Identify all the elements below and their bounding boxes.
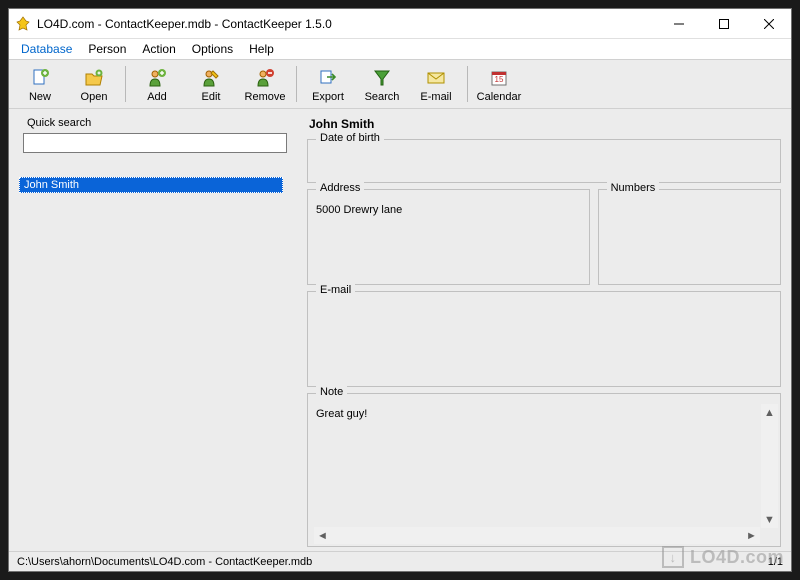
export-button[interactable]: Export — [301, 61, 355, 107]
email-label: E-mail — [420, 91, 451, 103]
toolbar-separator — [296, 66, 297, 102]
window-controls — [656, 9, 791, 38]
add-label: Add — [147, 91, 167, 103]
note-value: Great guy! — [316, 408, 367, 420]
open-label: Open — [81, 91, 108, 103]
menu-action[interactable]: Action — [134, 40, 183, 58]
menu-help[interactable]: Help — [241, 40, 282, 58]
menu-database[interactable]: Database — [13, 40, 80, 58]
left-pane: Quick search John Smith — [19, 115, 299, 547]
maximize-button[interactable] — [701, 9, 746, 38]
menu-person[interactable]: Person — [80, 40, 134, 58]
edit-label: Edit — [202, 91, 221, 103]
email-button[interactable]: E-mail — [409, 61, 463, 107]
menu-options[interactable]: Options — [184, 40, 241, 58]
export-label: Export — [312, 91, 344, 103]
title-bar: LO4D.com - ContactKeeper.mdb - ContactKe… — [9, 9, 791, 39]
toolbar-separator — [125, 66, 126, 102]
remove-button[interactable]: Remove — [238, 61, 292, 107]
quick-search-label: Quick search — [27, 117, 299, 129]
scroll-up-icon[interactable]: ▲ — [761, 404, 778, 421]
calendar-label: Calendar — [477, 91, 522, 103]
address-label: Address — [316, 182, 364, 194]
note-group: Note Great guy! ▲ ▼ ◄ ► — [307, 393, 781, 547]
address-group: Address 5000 Drewry lane — [307, 189, 590, 285]
remove-label: Remove — [245, 91, 286, 103]
note-label: Note — [316, 386, 347, 398]
email-group-label: E-mail — [316, 284, 355, 296]
scroll-left-icon[interactable]: ◄ — [314, 527, 331, 544]
edit-button[interactable]: Edit — [184, 61, 238, 107]
address-value: 5000 Drewry lane — [316, 204, 402, 216]
toolbar: New Open Add Edit Remove Export Search — [9, 59, 791, 109]
open-folder-icon — [82, 66, 106, 90]
add-button[interactable]: Add — [130, 61, 184, 107]
svg-text:15: 15 — [495, 75, 504, 84]
minimize-button[interactable] — [656, 9, 701, 38]
toolbar-separator — [467, 66, 468, 102]
contact-list: John Smith — [19, 177, 299, 193]
quick-search-input[interactable] — [23, 133, 287, 153]
new-label: New — [29, 91, 51, 103]
email-group: E-mail — [307, 291, 781, 387]
email-icon — [424, 66, 448, 90]
open-button[interactable]: Open — [67, 61, 121, 107]
numbers-group: Numbers — [598, 189, 781, 285]
search-label: Search — [365, 91, 400, 103]
scroll-down-icon[interactable]: ▼ — [761, 511, 778, 528]
horizontal-scrollbar[interactable]: ◄ ► — [314, 527, 760, 544]
numbers-label: Numbers — [607, 182, 660, 194]
funnel-icon — [370, 66, 394, 90]
client-area: Quick search John Smith John Smith Date … — [9, 109, 791, 551]
contact-name: John Smith — [24, 179, 79, 191]
person-name-heading: John Smith — [309, 117, 781, 131]
menu-bar: Database Person Action Options Help — [9, 39, 791, 59]
list-item[interactable]: John Smith — [19, 177, 283, 193]
scroll-right-icon[interactable]: ► — [743, 527, 760, 544]
dob-label: Date of birth — [316, 132, 384, 144]
window-title: LO4D.com - ContactKeeper.mdb - ContactKe… — [37, 17, 332, 31]
status-count: 1/1 — [768, 556, 783, 568]
add-person-icon — [145, 66, 169, 90]
dob-group: Date of birth — [307, 139, 781, 183]
search-button[interactable]: Search — [355, 61, 409, 107]
app-window: LO4D.com - ContactKeeper.mdb - ContactKe… — [8, 8, 792, 572]
calendar-icon: 15 — [487, 66, 511, 90]
close-button[interactable] — [746, 9, 791, 38]
vertical-scrollbar[interactable]: ▲ ▼ — [761, 404, 778, 528]
calendar-button[interactable]: 15 Calendar — [472, 61, 526, 107]
new-button[interactable]: New — [13, 61, 67, 107]
right-pane: John Smith Date of birth Address 5000 Dr… — [307, 115, 781, 547]
person-details: Date of birth Address 5000 Drewry lane N… — [307, 133, 781, 547]
edit-person-icon — [199, 66, 223, 90]
export-icon — [316, 66, 340, 90]
remove-person-icon — [253, 66, 277, 90]
new-file-icon — [28, 66, 52, 90]
app-icon — [15, 16, 31, 32]
status-bar: C:\Users\ahorn\Documents\LO4D.com - Cont… — [9, 551, 791, 571]
status-path: C:\Users\ahorn\Documents\LO4D.com - Cont… — [17, 556, 312, 568]
